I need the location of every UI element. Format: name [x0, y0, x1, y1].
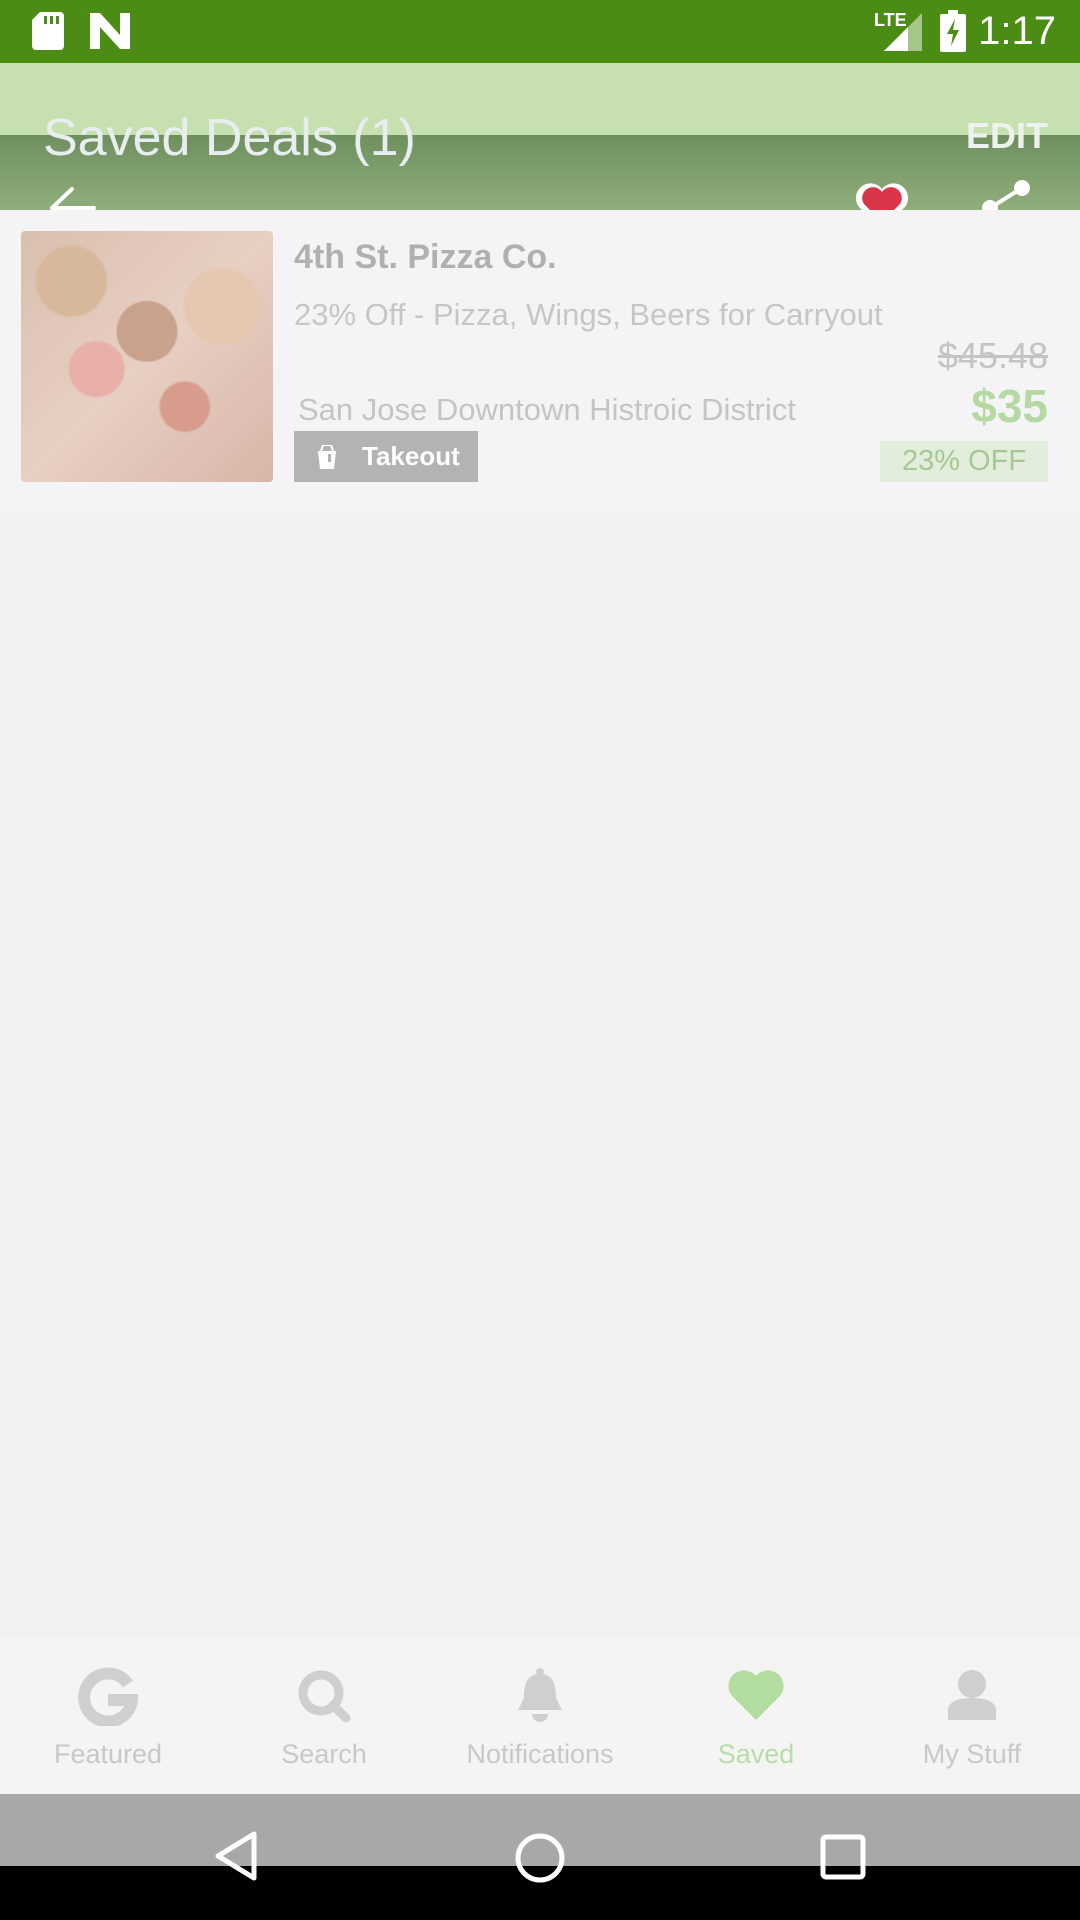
nav-item-search[interactable]: Search: [216, 1636, 432, 1794]
deal-thumbnail-image[interactable]: [21, 231, 273, 482]
deal-name: 4th St. Pizza Co.: [294, 238, 557, 276]
nav-item-notifications[interactable]: Notifications: [432, 1636, 648, 1794]
nav-label: Featured: [53, 1739, 163, 1769]
clock: 1:17: [978, 9, 1056, 53]
deal-price: $35: [971, 380, 1048, 432]
bell-icon: [518, 1668, 562, 1722]
edit-button[interactable]: EDIT: [966, 113, 1048, 159]
nav-label: Saved: [717, 1739, 795, 1769]
heart-icon: [728, 1670, 784, 1720]
takeout-box-icon: [318, 445, 336, 469]
deal-description: 23% Off - Pizza, Wings, Beers for Carryo…: [294, 297, 883, 332]
page-title: Saved Deals (1): [43, 109, 416, 167]
recents-square-icon[interactable]: [820, 1834, 866, 1880]
nav-item-my-stuff[interactable]: My Stuff: [864, 1636, 1080, 1794]
lte-signal-icon: [884, 13, 922, 51]
back-triangle-icon[interactable]: [212, 1830, 260, 1882]
featured-g-icon: [78, 1667, 138, 1726]
tag-label: Takeout: [362, 441, 460, 471]
home-circle-icon[interactable]: [514, 1832, 566, 1884]
status-bar: LTE 1:17: [0, 0, 1080, 63]
takeout-tag: Takeout: [294, 431, 478, 482]
discount-label: 23% OFF: [901, 445, 1027, 477]
nav-item-featured[interactable]: Featured: [0, 1636, 216, 1794]
nav-label: Search: [281, 1739, 367, 1769]
nav-label: My Stuff: [922, 1739, 1022, 1769]
battery-charging-icon: [940, 10, 966, 52]
search-icon: [298, 1670, 351, 1723]
deal-location: San Jose Downtown Histroic District: [298, 392, 796, 427]
n-notification-icon: [90, 13, 130, 49]
person-icon: [948, 1670, 996, 1720]
nav-item-saved[interactable]: Saved: [648, 1636, 864, 1794]
sd-card-icon: [32, 12, 64, 50]
nav-label: Notifications: [466, 1739, 614, 1769]
discount-badge: 23% OFF: [880, 441, 1048, 482]
original-price: $45.48: [937, 335, 1048, 376]
